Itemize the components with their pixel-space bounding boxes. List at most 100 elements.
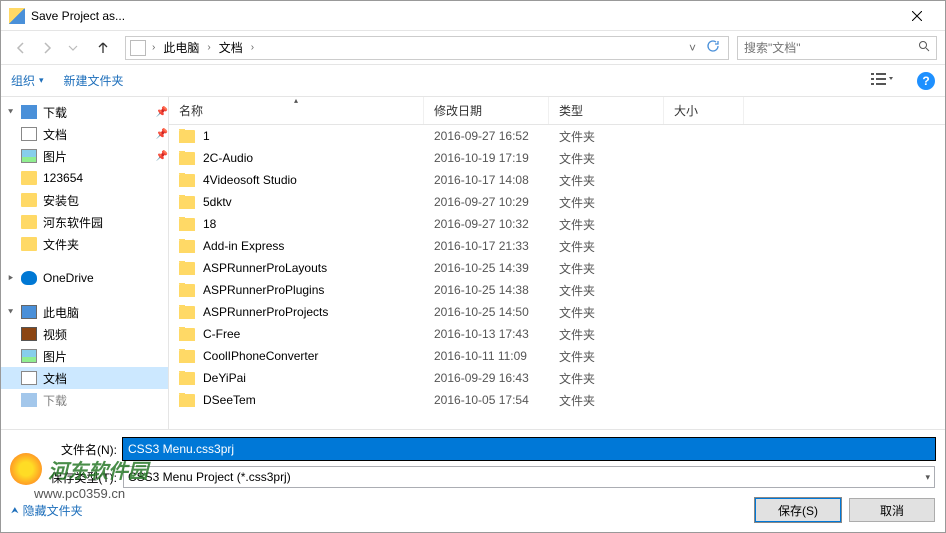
- filetype-value: CSS3 Menu Project (*.css3prj): [128, 470, 291, 484]
- list-item[interactable]: C-Free2016-10-13 17:43文件夹: [169, 323, 945, 345]
- file-type: 文件夹: [549, 392, 664, 409]
- breadcrumb-dropdown[interactable]: ˅: [685, 41, 700, 55]
- file-type: 文件夹: [549, 216, 664, 233]
- window-title: Save Project as...: [31, 9, 897, 23]
- refresh-icon: [706, 39, 720, 53]
- file-date: 2016-10-25 14:39: [424, 261, 549, 275]
- list-item[interactable]: CoolIPhoneConverter2016-10-11 11:09文件夹: [169, 345, 945, 367]
- search-input[interactable]: [744, 41, 918, 55]
- help-button[interactable]: ?: [917, 72, 935, 90]
- sidebar-item-123654[interactable]: 123654: [1, 167, 168, 189]
- list-item[interactable]: 5dktv2016-09-27 10:29文件夹: [169, 191, 945, 213]
- hide-folders-button[interactable]: ⮝ 隐藏文件夹: [11, 502, 83, 519]
- view-button[interactable]: [867, 70, 897, 91]
- file-date: 2016-09-27 10:32: [424, 217, 549, 231]
- file-name: CoolIPhoneConverter: [203, 349, 318, 363]
- new-folder-button[interactable]: 新建文件夹: [64, 72, 124, 89]
- file-date: 2016-09-27 16:52: [424, 129, 549, 143]
- sidebar-item-docs2[interactable]: 文档: [1, 367, 168, 389]
- list-item[interactable]: 2C-Audio2016-10-19 17:19文件夹: [169, 147, 945, 169]
- folder-icon: [179, 262, 195, 275]
- sidebar-item-downloads2[interactable]: 下载: [1, 389, 168, 411]
- search-box[interactable]: [737, 36, 937, 60]
- filename-input[interactable]: [123, 438, 935, 460]
- file-date: 2016-10-17 14:08: [424, 173, 549, 187]
- location-icon: [130, 40, 146, 56]
- file-list[interactable]: ▴名称 修改日期 类型 大小 12016-09-27 16:52文件夹2C-Au…: [169, 97, 945, 429]
- save-button[interactable]: 保存(S): [755, 498, 841, 522]
- filetype-select[interactable]: CSS3 Menu Project (*.css3prj) ▾: [123, 466, 935, 488]
- sidebar-item-pictures2[interactable]: 图片: [1, 345, 168, 367]
- downloads-icon: [21, 105, 37, 119]
- document-icon: [21, 371, 37, 385]
- breadcrumb[interactable]: › 此电脑 › 文档 › ˅: [125, 36, 729, 60]
- nav-back-button[interactable]: [9, 36, 33, 60]
- file-date: 2016-10-05 17:54: [424, 393, 549, 407]
- folder-icon: [179, 328, 195, 341]
- column-name[interactable]: ▴名称: [169, 97, 424, 124]
- column-date[interactable]: 修改日期: [424, 97, 549, 124]
- chevron-right-icon: ›: [203, 42, 214, 53]
- nav-recent-button[interactable]: [61, 36, 85, 60]
- nav-up-button[interactable]: [91, 36, 115, 60]
- column-type[interactable]: 类型: [549, 97, 664, 124]
- folder-icon: [179, 130, 195, 143]
- chevron-right-icon: ›: [247, 42, 258, 53]
- sidebar-item-install[interactable]: 安装包: [1, 189, 168, 211]
- onedrive-icon: [21, 271, 37, 285]
- nav-forward-button[interactable]: [35, 36, 59, 60]
- expand-icon: ⯆: [7, 307, 14, 318]
- folder-icon: [179, 394, 195, 407]
- nav-bar: › 此电脑 › 文档 › ˅: [1, 31, 945, 65]
- sidebar-item-thispc[interactable]: ⯆此电脑: [1, 301, 168, 323]
- sidebar-item-folder[interactable]: 文件夹: [1, 233, 168, 255]
- file-type: 文件夹: [549, 128, 664, 145]
- sidebar-item-downloads[interactable]: ⯆下载📌: [1, 101, 168, 123]
- sidebar-item-hedong[interactable]: 河东软件园: [1, 211, 168, 233]
- folder-icon: [21, 237, 37, 251]
- column-size[interactable]: 大小: [664, 97, 744, 124]
- file-type: 文件夹: [549, 370, 664, 387]
- file-type: 文件夹: [549, 194, 664, 211]
- list-item[interactable]: DSeeTem2016-10-05 17:54文件夹: [169, 389, 945, 411]
- organize-button[interactable]: 组织 ▾: [11, 72, 44, 89]
- list-item[interactable]: ASPRunnerProLayouts 2016-10-25 14:39文件夹: [169, 257, 945, 279]
- sidebar-item-onedrive[interactable]: ⯈OneDrive: [1, 267, 168, 289]
- file-name: ASPRunnerProLayouts: [203, 261, 327, 275]
- search-icon: [918, 40, 930, 55]
- chevron-down-icon: ▾: [925, 472, 930, 483]
- file-type: 文件夹: [549, 172, 664, 189]
- list-item[interactable]: 18 2016-09-27 10:32文件夹: [169, 213, 945, 235]
- cancel-button[interactable]: 取消: [849, 498, 935, 522]
- list-item[interactable]: ASPRunnerProProjects2016-10-25 14:50文件夹: [169, 301, 945, 323]
- refresh-button[interactable]: [702, 39, 724, 56]
- picture-icon: [21, 349, 37, 363]
- picture-icon: [21, 149, 37, 163]
- list-item[interactable]: 12016-09-27 16:52文件夹: [169, 125, 945, 147]
- breadcrumb-docs[interactable]: 文档: [217, 39, 245, 56]
- list-item[interactable]: 4Videosoft Studio2016-10-17 14:08文件夹: [169, 169, 945, 191]
- close-icon: [912, 11, 922, 21]
- chevron-down-icon: ▾: [39, 75, 44, 86]
- file-name: ASPRunnerProPlugins: [203, 283, 324, 297]
- folder-icon: [179, 240, 195, 253]
- list-item[interactable]: DeYiPai2016-09-29 16:43文件夹: [169, 367, 945, 389]
- file-name: 18: [203, 217, 216, 231]
- file-type: 文件夹: [549, 282, 664, 299]
- arrow-left-icon: [13, 40, 29, 56]
- filename-label: 文件名(N):: [11, 441, 123, 458]
- file-name: DeYiPai: [203, 371, 246, 385]
- sidebar-item-video[interactable]: 视频: [1, 323, 168, 345]
- list-item[interactable]: Add-in Express2016-10-17 21:33文件夹: [169, 235, 945, 257]
- dialog-body: ⯆下载📌 文档📌 图片📌 123654 安装包 河东软件园 文件夹 ⯈OneDr…: [1, 97, 945, 429]
- list-item[interactable]: ASPRunnerProPlugins 2016-10-25 14:38文件夹: [169, 279, 945, 301]
- sidebar[interactable]: ⯆下载📌 文档📌 图片📌 123654 安装包 河东软件园 文件夹 ⯈OneDr…: [1, 97, 169, 429]
- close-button[interactable]: [897, 2, 937, 30]
- sidebar-item-pictures[interactable]: 图片📌: [1, 145, 168, 167]
- sidebar-item-docs[interactable]: 文档📌: [1, 123, 168, 145]
- expand-icon: ⯆: [7, 107, 14, 118]
- file-type: 文件夹: [549, 260, 664, 277]
- file-date: 2016-10-25 14:38: [424, 283, 549, 297]
- breadcrumb-thispc[interactable]: 此电脑: [161, 39, 201, 56]
- thispc-icon: [21, 305, 37, 319]
